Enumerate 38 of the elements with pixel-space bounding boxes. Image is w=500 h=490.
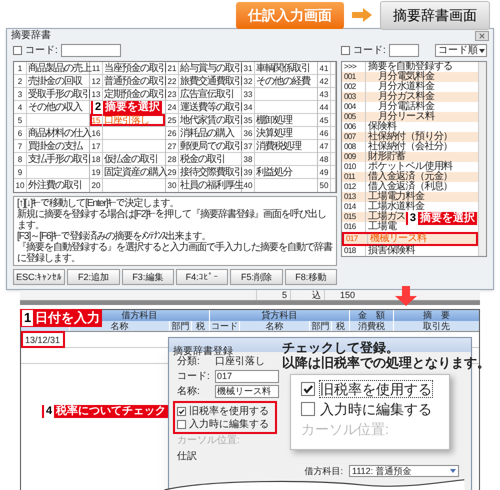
journal-cell: 150	[324, 290, 358, 300]
instruction-text: [F3]～[F6]ｷｰで登録済みの摘要をﾒﾝﾃﾅﾝｽ出来ます。	[17, 231, 212, 242]
step-label: 仕訳入力画面	[236, 2, 344, 28]
step-tooltip: 4 税率についてチェック	[42, 405, 168, 418]
window-title: 摘要辞書	[11, 30, 51, 42]
step-tooltip: 3 摘要を選択	[406, 212, 477, 225]
option-label: 旧税率を使用する	[320, 381, 432, 397]
field-label: 分類:	[177, 356, 201, 369]
option-label: 入力時に編集する	[320, 401, 432, 417]
field-label: 名称:	[177, 385, 201, 399]
column-header: 部門	[309, 321, 331, 331]
column-header: 名称	[239, 321, 309, 331]
column-header: 税	[191, 321, 209, 331]
code-label: コード:	[353, 44, 386, 58]
column-header: 部門	[169, 321, 191, 331]
step-label: 摘要辞書画面	[380, 0, 490, 30]
step-tooltip: 1 日付を入力	[20, 309, 102, 327]
field-value: 口座引落し	[215, 356, 265, 369]
option-label: 入力時に編集する	[189, 418, 269, 432]
field-label: コード:	[177, 370, 211, 384]
field-label: 借方科目:	[304, 465, 343, 477]
code-label: コード:	[25, 44, 58, 58]
section-label: 仕訳	[177, 451, 198, 463]
column-header: 税	[331, 321, 349, 331]
option-label: 旧税率を使用する	[189, 404, 269, 418]
journal-cell: 5	[256, 290, 290, 300]
dialog-title: 摘要辞書登録	[173, 346, 233, 357]
cursor-label: カーソル位置:	[177, 435, 241, 447]
cursor-label: カーソル位置:	[301, 421, 390, 437]
step-tooltip: 2 摘要を選択	[91, 101, 162, 114]
note-text: チェックして登録。	[282, 340, 400, 355]
journal-cell: 込	[290, 290, 324, 300]
instruction-text: 『摘要を自動登録する』を選択すると入力画面で手入力した摘要を自動で辞書に登録します。	[17, 242, 333, 264]
column-header: コード	[209, 321, 239, 331]
column-header: 消費税	[349, 321, 393, 331]
instruction-text: [↑][↓]ｷｰで移動して[Enter]ｷｰで決定します。	[17, 198, 180, 209]
column-header: 取引先	[393, 321, 479, 331]
instruction-text: 新規に摘要を登録する場合は[F2]ｷｰを押して『摘要辞書登録』画面を呼び出します。	[17, 209, 328, 231]
